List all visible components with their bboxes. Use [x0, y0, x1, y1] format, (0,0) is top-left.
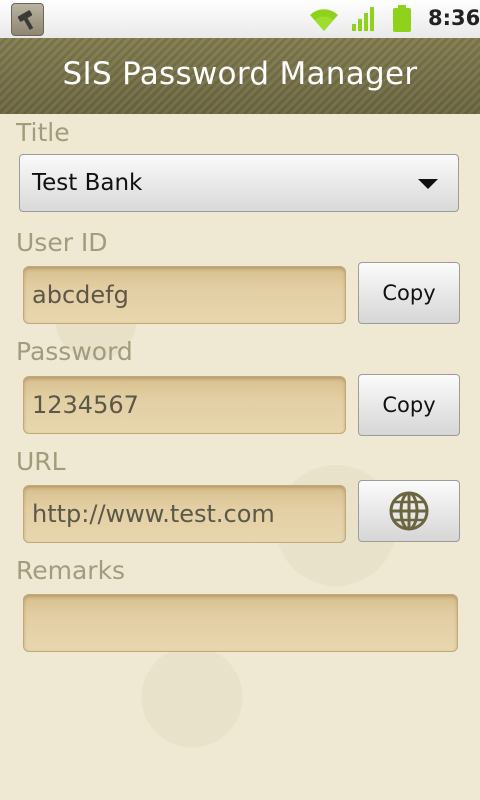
status-bar: 8:36	[0, 0, 480, 39]
remarks-label: Remarks	[16, 556, 126, 585]
app-title-bar: SIS Password Manager	[0, 38, 480, 114]
clock: 8:36	[428, 6, 480, 30]
remarks-field[interactable]	[23, 594, 458, 652]
title-selected-value: Test Bank	[32, 170, 143, 196]
wifi-icon	[310, 9, 338, 32]
copy-user-id-button[interactable]: Copy	[358, 262, 460, 324]
app-title: SIS Password Manager	[62, 56, 418, 92]
url-field[interactable]	[23, 485, 346, 543]
battery-icon	[393, 5, 411, 32]
url-label: URL	[16, 447, 66, 476]
remarks-input[interactable]	[24, 595, 457, 651]
user-id-input[interactable]	[24, 267, 345, 323]
open-url-button[interactable]	[358, 480, 460, 542]
password-label: Password	[16, 337, 133, 366]
user-id-field[interactable]	[23, 266, 346, 324]
title-label: Title	[16, 118, 70, 147]
url-input[interactable]	[24, 486, 345, 542]
copy-password-button[interactable]: Copy	[358, 374, 460, 436]
title-spinner[interactable]: Test Bank	[19, 154, 459, 212]
user-id-label: User ID	[16, 228, 108, 257]
form-background	[0, 114, 480, 800]
signal-icon	[352, 7, 374, 31]
app-notification-icon[interactable]	[11, 3, 44, 36]
globe-icon	[389, 491, 429, 531]
dropdown-arrow-icon	[418, 179, 438, 189]
password-field[interactable]	[23, 376, 346, 434]
password-input[interactable]	[24, 377, 345, 433]
